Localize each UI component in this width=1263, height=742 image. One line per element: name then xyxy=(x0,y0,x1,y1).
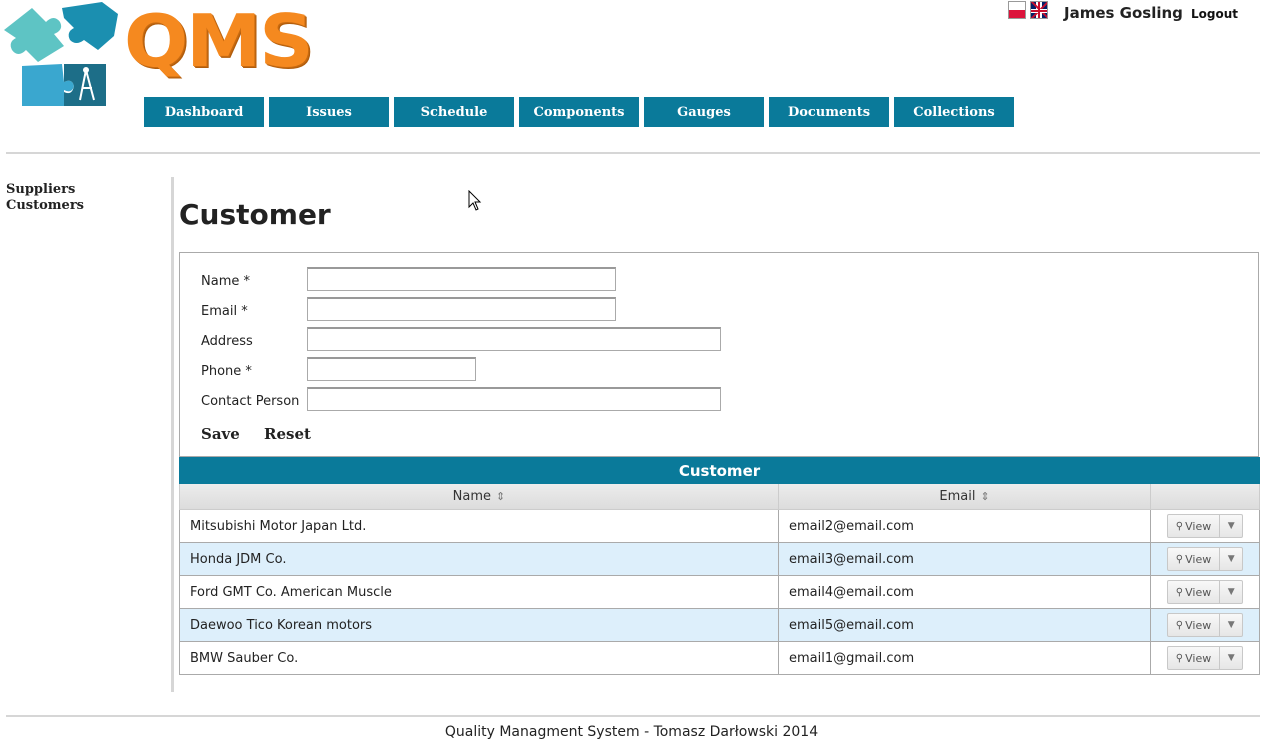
view-button-label: View xyxy=(1185,552,1212,566)
row-action-group: ⚲ View ▼ xyxy=(1166,646,1244,670)
table-header: Name ⇕ Email ⇕ xyxy=(179,484,1260,510)
phone-field[interactable] xyxy=(307,357,476,381)
table-row: Ford GMT Co. American Muscle email4@emai… xyxy=(179,576,1260,609)
caret-down-icon: ▼ xyxy=(1227,620,1235,630)
view-button[interactable]: ⚲ View xyxy=(1168,548,1221,570)
sidebar: Suppliers Customers xyxy=(6,182,84,214)
column-header-email[interactable]: Email ⇕ xyxy=(779,484,1152,509)
cell-name: Ford GMT Co. American Muscle xyxy=(180,576,779,608)
logo-text: QMS xyxy=(124,0,314,83)
table-row: Mitsubishi Motor Japan Ltd. email2@email… xyxy=(179,510,1260,543)
view-button-label: View xyxy=(1185,519,1212,533)
column-header-actions xyxy=(1151,484,1259,509)
main-nav: Dashboard Issues Schedule Components Gau… xyxy=(144,97,1014,127)
cell-actions: ⚲ View ▼ xyxy=(1151,609,1259,641)
column-header-name[interactable]: Name ⇕ xyxy=(180,484,779,509)
magnifier-icon: ⚲ xyxy=(1175,586,1184,598)
sort-icon: ⇕ xyxy=(980,490,990,503)
dropdown-toggle[interactable]: ▼ xyxy=(1220,515,1242,537)
nav-dashboard[interactable]: Dashboard xyxy=(144,97,264,127)
dropdown-toggle[interactable]: ▼ xyxy=(1220,548,1242,570)
customer-form: Name * Email * Address Phone * Contact P… xyxy=(179,252,1259,457)
cell-email: email4@email.com xyxy=(779,576,1151,608)
row-action-group: ⚲ View ▼ xyxy=(1166,547,1244,571)
column-header-name-label: Name xyxy=(452,489,492,504)
view-button-label: View xyxy=(1185,585,1212,599)
save-button[interactable]: Save xyxy=(201,425,240,443)
footer-text: Quality Managment System - Tomasz Darłow… xyxy=(444,724,819,740)
nav-collections[interactable]: Collections xyxy=(894,97,1014,127)
cell-email: email5@email.com xyxy=(779,609,1151,641)
nav-schedule[interactable]: Schedule xyxy=(394,97,514,127)
email-field[interactable] xyxy=(307,297,616,321)
caret-down-icon: ▼ xyxy=(1227,554,1235,564)
magnifier-icon: ⚲ xyxy=(1175,520,1184,532)
reset-button[interactable]: Reset xyxy=(264,425,311,443)
name-field[interactable] xyxy=(307,267,616,291)
caret-down-icon: ▼ xyxy=(1227,521,1235,531)
view-button[interactable]: ⚲ View xyxy=(1168,614,1221,636)
cell-actions: ⚲ View ▼ xyxy=(1151,543,1259,575)
footer-divider xyxy=(6,715,1260,717)
table-caption: Customer xyxy=(179,457,1260,484)
cell-email: email2@email.com xyxy=(779,510,1151,542)
table-row: BMW Sauber Co. email1@gmail.com ⚲ View ▼ xyxy=(179,642,1260,675)
nav-documents[interactable]: Documents xyxy=(769,97,889,127)
cell-email: email1@gmail.com xyxy=(779,642,1151,674)
cell-actions: ⚲ View ▼ xyxy=(1151,576,1259,608)
row-action-group: ⚲ View ▼ xyxy=(1166,514,1244,538)
language-switcher xyxy=(1008,1,1048,19)
table-row: Daewoo Tico Korean motors email5@email.c… xyxy=(179,609,1260,642)
cell-email: email3@email.com xyxy=(779,543,1151,575)
dropdown-toggle[interactable]: ▼ xyxy=(1220,647,1242,669)
name-label: Name * xyxy=(201,274,250,289)
logout-link[interactable]: Logout xyxy=(1191,7,1238,21)
cell-actions: ⚲ View ▼ xyxy=(1151,510,1259,542)
contact-person-label: Contact Person xyxy=(201,394,300,409)
poland-flag-icon[interactable] xyxy=(1008,1,1026,19)
nav-issues[interactable]: Issues xyxy=(269,97,389,127)
address-label: Address xyxy=(201,334,253,349)
puzzle-logo-icon xyxy=(4,2,118,106)
row-action-group: ⚲ View ▼ xyxy=(1166,613,1244,637)
magnifier-icon: ⚲ xyxy=(1175,553,1184,565)
uk-flag-icon[interactable] xyxy=(1030,1,1048,19)
mouse-cursor-icon xyxy=(468,190,482,211)
form-actions: Save Reset xyxy=(201,425,330,443)
email-label: Email * xyxy=(201,304,248,319)
view-button[interactable]: ⚲ View xyxy=(1168,515,1221,537)
header-divider xyxy=(6,152,1260,154)
sort-icon: ⇕ xyxy=(496,490,506,503)
page-title: Customer xyxy=(179,198,331,231)
magnifier-icon: ⚲ xyxy=(1175,652,1184,664)
app-logo[interactable]: QMS xyxy=(2,0,314,108)
sidebar-item-suppliers[interactable]: Suppliers xyxy=(6,182,84,198)
caret-down-icon: ▼ xyxy=(1227,587,1235,597)
cell-name: Honda JDM Co. xyxy=(180,543,779,575)
user-name: James Gosling xyxy=(1064,4,1183,22)
table-row: Honda JDM Co. email3@email.com ⚲ View ▼ xyxy=(179,543,1260,576)
cell-name: Daewoo Tico Korean motors xyxy=(180,609,779,641)
view-button[interactable]: ⚲ View xyxy=(1168,647,1221,669)
sidebar-divider xyxy=(171,177,174,692)
cell-name: BMW Sauber Co. xyxy=(180,642,779,674)
dropdown-toggle[interactable]: ▼ xyxy=(1220,581,1242,603)
dropdown-toggle[interactable]: ▼ xyxy=(1220,614,1242,636)
phone-label: Phone * xyxy=(201,364,252,379)
row-action-group: ⚲ View ▼ xyxy=(1166,580,1244,604)
column-header-email-label: Email xyxy=(939,489,976,504)
contact-person-field[interactable] xyxy=(307,387,721,411)
nav-components[interactable]: Components xyxy=(519,97,639,127)
view-button[interactable]: ⚲ View xyxy=(1168,581,1221,603)
view-button-label: View xyxy=(1185,618,1212,632)
caret-down-icon: ▼ xyxy=(1227,653,1235,663)
customer-table: Customer Name ⇕ Email ⇕ Mitsubishi Motor… xyxy=(179,457,1260,675)
magnifier-icon: ⚲ xyxy=(1175,619,1184,631)
view-button-label: View xyxy=(1185,651,1212,665)
cell-name: Mitsubishi Motor Japan Ltd. xyxy=(180,510,779,542)
address-field[interactable] xyxy=(307,327,721,351)
nav-gauges[interactable]: Gauges xyxy=(644,97,764,127)
sidebar-item-customers[interactable]: Customers xyxy=(6,198,84,214)
cell-actions: ⚲ View ▼ xyxy=(1151,642,1259,674)
